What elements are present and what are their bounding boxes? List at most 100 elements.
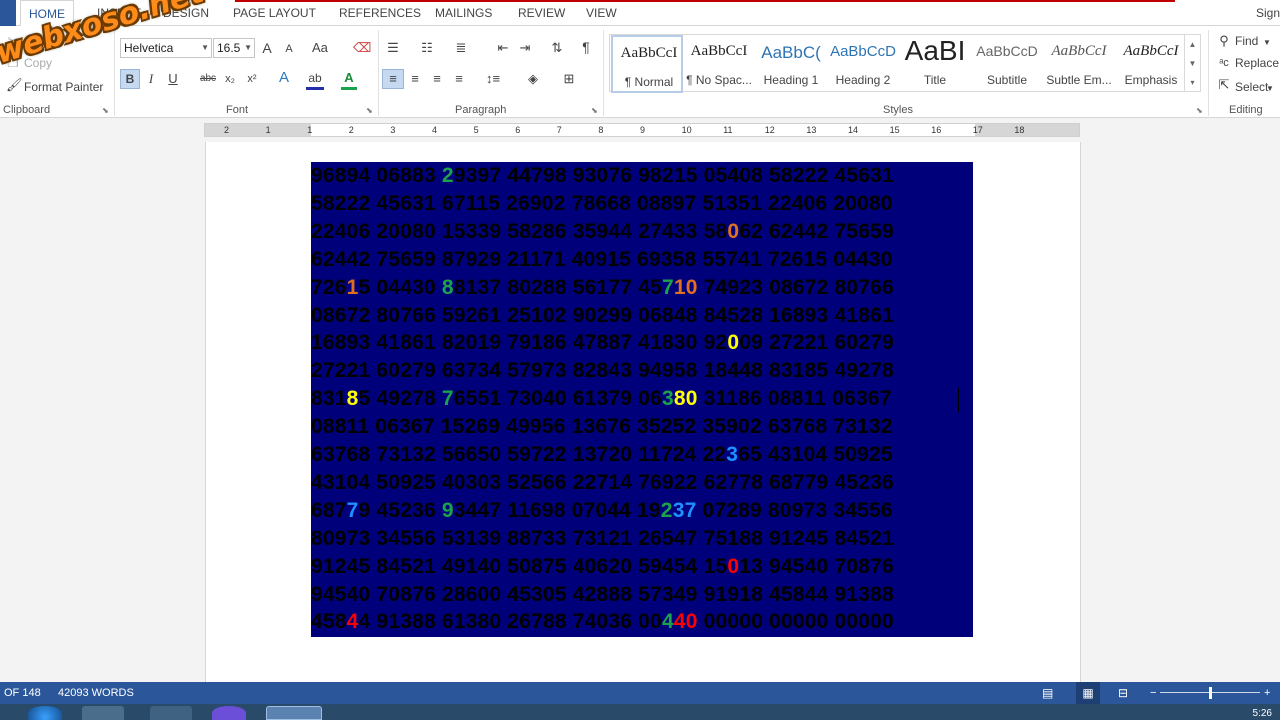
chevron-down-icon: ▼ [1266,84,1274,93]
style-sample: AaBI [904,35,966,66]
numbering-icon[interactable]: ☷ [418,39,436,57]
italic-button[interactable]: I [143,70,159,88]
editing-group-label: Editing [1229,104,1263,116]
file-button[interactable] [0,0,16,26]
browser-icon[interactable] [212,706,246,720]
word-count[interactable]: 42093 WORDS [58,682,134,704]
number-row: 22406 20080 15339 58286 35944 27433 5806… [311,218,973,246]
style-emphasis[interactable]: AaBbCcI Emphasis [1115,35,1187,93]
select-button[interactable]: Select [1235,80,1268,94]
zoom-out-icon[interactable]: − [1150,682,1156,704]
font-color-icon[interactable]: A [341,69,357,90]
group-separator [378,30,379,116]
ruler-number: 6 [515,125,521,135]
styles-launcher-icon[interactable]: ⬊ [1196,106,1203,115]
number-text: 91245 84521 49140 50875 40620 59454 15 [311,554,728,578]
read-mode-icon[interactable]: ▤ [1042,682,1053,704]
justify-icon[interactable]: ≡ [450,70,468,88]
ribbon: ✂ Cut ❐ Copy 🖌 Format Painter Clipboard … [0,26,1280,118]
page-count[interactable]: OF 148 [4,682,41,704]
highlighted-digit: 9 [441,498,454,522]
underline-button[interactable]: U [165,70,181,88]
gallery-more-icon[interactable]: ▾ [1184,73,1200,92]
style-sample: AaBbCcD [830,43,896,60]
file-explorer-icon[interactable] [82,706,124,720]
web-layout-icon[interactable]: ⊟ [1118,682,1128,704]
gallery-up-icon[interactable]: ▲ [1184,35,1200,54]
start-button-icon[interactable] [28,706,62,720]
clipboard-group-label: Clipboard [3,104,51,116]
text-effects-icon[interactable]: A [275,69,293,87]
number-row: 72615 04430 88137 80288 56177 45710 7492… [311,274,973,302]
zoom-in-icon[interactable]: + [1264,682,1270,704]
align-right-icon[interactable]: ≡ [428,70,446,88]
shading-icon[interactable]: ◈ [522,70,544,88]
number-text: 31186 08811 06367 [697,387,892,411]
bullets-icon[interactable]: ☰ [384,39,402,57]
tab-review[interactable]: REVIEW [510,0,573,26]
number-text: 5 49278 [358,387,442,411]
multilevel-list-icon[interactable]: ≣ [452,39,470,57]
style-title[interactable]: AaBI Title [899,35,971,93]
word-taskbar-icon[interactable] [266,706,322,720]
format-painter-button[interactable]: Format Painter [24,80,103,94]
grow-font-icon[interactable]: A [259,39,275,57]
borders-icon[interactable]: ⊞ [558,70,580,88]
style-sample: AaBbC( [761,43,821,62]
paintbrush-icon: 🖌 [6,77,23,92]
paragraph-launcher-icon[interactable]: ⬊ [591,106,598,115]
style-normal[interactable]: AaBbCcI ¶ Normal [611,35,683,93]
increase-indent-icon[interactable]: ⇥ [516,39,534,57]
lottery-number-table[interactable]: 96894 06883 29397 44798 93076 98215 0540… [311,162,973,637]
subscript-button[interactable]: x₂ [221,70,239,88]
ruler-number: 8 [598,125,604,135]
style-heading-2[interactable]: AaBbCcD Heading 2 [827,35,899,93]
clear-formatting-icon[interactable]: ⌫ [353,39,371,57]
media-icon[interactable] [150,706,192,720]
style-sample: AaBbCcI [1051,43,1107,59]
number-text: 831 [311,387,347,411]
font-size-box[interactable]: 16.5 ▼ [213,38,255,58]
line-spacing-icon[interactable]: ↕≡ [482,70,504,88]
align-center-icon[interactable]: ≡ [406,70,424,88]
sign-in-link[interactable]: Sign [1256,0,1280,26]
highlighted-digit: 8 [346,387,359,411]
change-case-button[interactable]: Aa [312,40,328,55]
font-name-box[interactable]: Helvetica ▼ [120,38,212,58]
number-row: 91245 84521 49140 50875 40620 59454 1501… [311,553,973,581]
tab-view[interactable]: VIEW [578,0,625,26]
horizontal-ruler[interactable]: 2 1 1 2 3 4 5 6 7 8 9 10 11 12 13 14 15 16 17 18 [204,123,1080,137]
print-layout-icon[interactable]: ▦ [1076,682,1100,704]
tab-mailings[interactable]: MAILINGS [427,0,500,26]
style-subtitle[interactable]: AaBbCcD Subtitle [971,35,1043,93]
tab-references[interactable]: REFERENCES [331,0,429,26]
replace-button[interactable]: Replace [1235,56,1279,70]
number-row: 68779 45236 93447 11698 07044 19237 0728… [311,497,973,525]
clock[interactable]: 5:26 [1253,708,1272,720]
style-heading-1[interactable]: AaBbC( Heading 1 [755,35,827,93]
clipboard-launcher-icon[interactable]: ⬊ [102,106,109,115]
style-subtle-emphasis[interactable]: AaBbCcI Subtle Em... [1043,35,1115,93]
highlighted-digit: 2 [441,164,454,187]
highlighted-digit: 1 [346,275,359,299]
style-no-spacing[interactable]: AaBbCcI ¶ No Spac... [683,35,755,93]
superscript-button[interactable]: x² [243,70,261,88]
tab-page-layout[interactable]: PAGE LAYOUT [225,0,324,26]
gallery-down-icon[interactable]: ▼ [1184,54,1200,73]
strikethrough-button[interactable]: abc [199,70,217,88]
number-row: 63768 73132 56650 59722 13720 11724 2236… [311,441,973,469]
find-button[interactable]: Find [1235,34,1258,48]
bold-button[interactable]: B [120,69,140,89]
show-formatting-icon[interactable]: ¶ [578,38,594,56]
status-bar: OF 148 42093 WORDS ▤ ▦ ⊟ − + [0,682,1280,704]
ruler-number: 11 [723,125,733,135]
group-separator [603,30,604,116]
number-text: 00000 00000 00000 [697,610,894,634]
decrease-indent-icon[interactable]: ⇤ [494,39,512,57]
font-launcher-icon[interactable]: ⬊ [366,106,373,115]
align-left-icon[interactable]: ≡ [382,69,404,89]
sort-icon[interactable]: ⇅ [548,39,566,57]
highlight-color-icon[interactable]: ab [306,69,324,90]
shrink-font-icon[interactable]: A [282,40,296,58]
zoom-slider-thumb[interactable] [1209,687,1212,699]
